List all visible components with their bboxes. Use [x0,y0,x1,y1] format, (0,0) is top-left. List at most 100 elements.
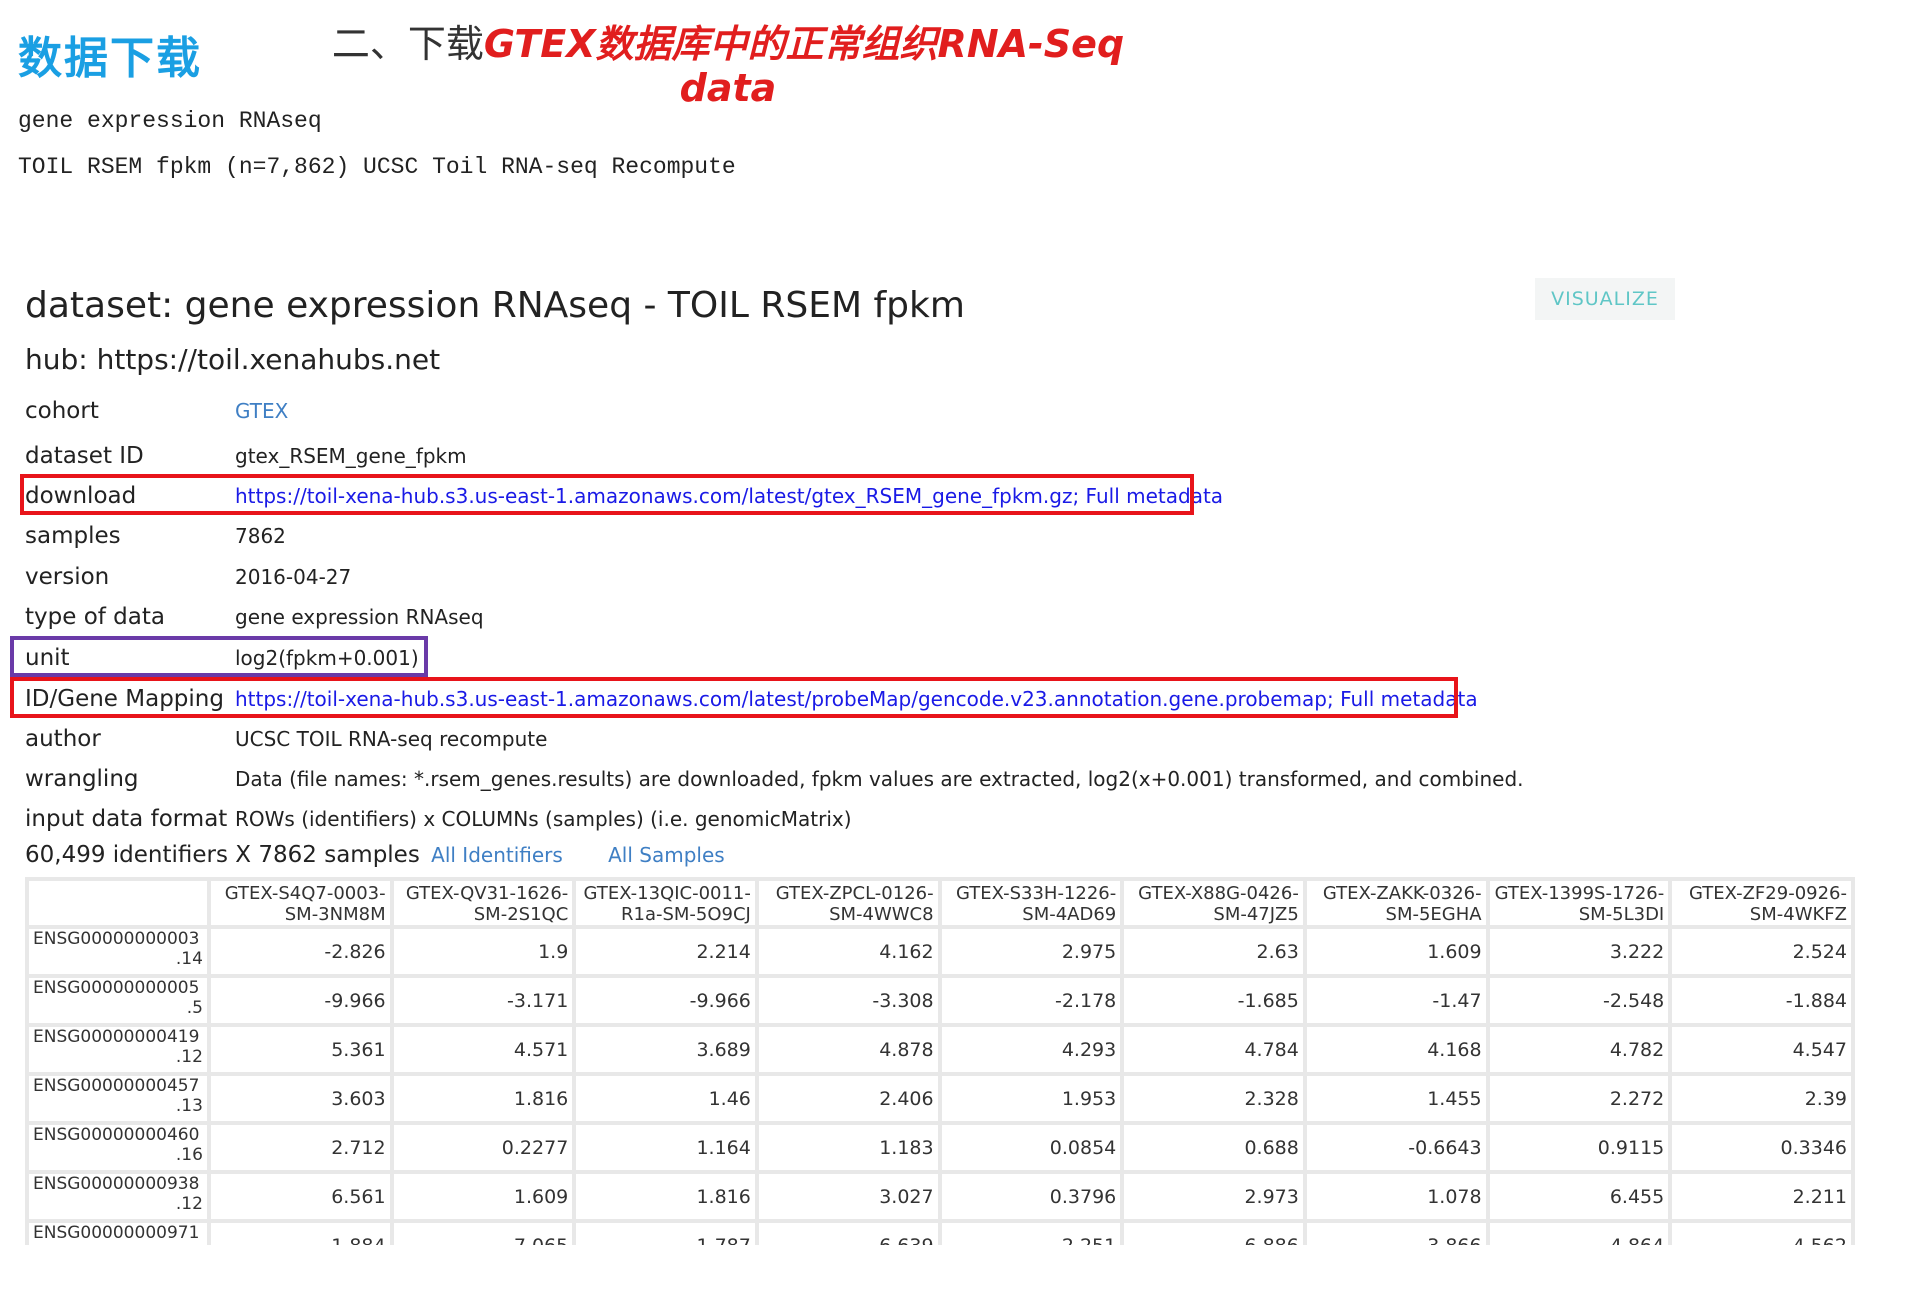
slide-heading: 二、下载GTEX数据库中的正常组织RNA-Seq data [318,22,1138,110]
meta-label: dataset ID [25,443,144,469]
row-identifier: ENSG00000000419.12 [29,1027,207,1072]
identifiers-summary: 60,499 identifiers X 7862 samples All Id… [25,842,725,868]
table-cell: 2.712 [210,1125,390,1170]
column-header: GTEX-ZAKK-0326- SM-5EGHA [1306,881,1486,925]
author-value: UCSC TOIL RNA-seq recompute [235,727,548,751]
cohort-link[interactable]: GTEX [235,399,288,423]
table-row: ENSG00000000938.12 6.561 1.609 1.816 3.027 0.… [29,1174,1851,1219]
table-cell: 1.609 [393,1174,573,1219]
table-row: ENSG00000000460.16 2.712 0.2277 1.164 1.183 0… [29,1125,1851,1170]
meta-row-cohort: cohort GTEX [25,392,288,430]
table-row: ENSG00000000457.13 3.603 1.816 1.46 2.406 1.9… [29,1076,1851,1121]
table-row: ENSG00000000003.14 -2.826 1.9 2.214 4.162 2.9… [29,929,1851,974]
table-cell: 4.864 [1489,1223,1669,1245]
table-cell: 1.078 [1306,1174,1486,1219]
table-cell: 1.164 [576,1125,755,1170]
table-cell: 3.027 [758,1174,938,1219]
heading-prefix: 二、下载 [331,22,484,66]
all-identifiers-link[interactable]: All Identifiers [431,843,563,867]
column-header: GTEX-S33H-1226- SM-4AD69 [941,881,1121,925]
table-cell: -1.884 [1672,978,1851,1023]
table-cell: 4.547 [1672,1027,1851,1072]
meta-label: version [25,564,110,590]
dataset-hub: hub: https://toil.xenahubs.net [25,343,441,376]
row-identifier: ENSG00000000938.12 [29,1174,207,1219]
row-identifier: ENSG00000000003.14 [29,929,207,974]
table-cell: -2.826 [210,929,390,974]
meta-row-version: version 2016-04-27 [25,558,351,596]
meta-label: input data format [25,806,228,832]
meta-label: type of data [25,604,165,630]
table-cell: -1.685 [1124,978,1303,1023]
table-cell: -9.966 [576,978,755,1023]
table-cell: 1.787 [576,1223,755,1245]
all-samples-link[interactable]: All Samples [608,843,725,867]
table-cell: 1.183 [758,1125,938,1170]
table-cell: 0.0854 [941,1125,1121,1170]
table-cell: 3.689 [576,1027,755,1072]
table-cell: 7.065 [393,1223,573,1245]
table-cell: 2.272 [1489,1076,1669,1121]
meta-label: wrangling [25,766,139,792]
table-cell: 4.168 [1306,1027,1486,1072]
format-value: ROWs (identifiers) x COLUMNs (samples) (… [235,807,852,831]
type-value: gene expression RNAseq [235,605,484,629]
caption-line-2: TOIL RSEM fpkm (n=7,862) UCSC Toil RNA-s… [18,154,736,180]
table-cell: 0.3796 [941,1174,1121,1219]
wrangling-value: Data (file names: *.rsem_genes.results) … [235,767,1524,791]
table-cell: -3.308 [758,978,938,1023]
table-row: ENSG00000000419.12 5.361 4.571 3.689 4.878 4.… [29,1027,1851,1072]
table-cell: 0.3346 [1672,1125,1851,1170]
table-cell: 6.455 [1489,1174,1669,1219]
table-corner-cell [29,881,207,925]
dataset-title: dataset: gene expression RNAseq - TOIL R… [25,285,965,326]
column-header: GTEX-QV31-1626- SM-2S1QC [393,881,573,925]
visualize-button[interactable]: VISUALIZE [1535,278,1675,320]
table-cell: 4.784 [1124,1027,1303,1072]
table-cell: 2.406 [758,1076,938,1121]
caption-line-1: gene expression RNAseq [18,108,322,134]
table-cell: -3.171 [393,978,573,1023]
download-highlight-box [20,474,1194,515]
table-cell: 1.46 [576,1076,755,1121]
table-cell: 1.455 [1306,1076,1486,1121]
column-header: GTEX-13QIC-0011- R1a-SM-5O9CJ [576,881,755,925]
table-cell: 1.816 [576,1174,755,1219]
table-cell: 6.639 [758,1223,938,1245]
column-header: GTEX-ZPCL-0126- SM-4WWC8 [758,881,938,925]
table-cell: 1.816 [393,1076,573,1121]
table-cell: -9.966 [210,978,390,1023]
row-identifier: ENSG00000000005.5 [29,978,207,1023]
table-cell: 3.222 [1489,929,1669,974]
table-cell: -1.47 [1306,978,1486,1023]
table-cell: 0.9115 [1489,1125,1669,1170]
meta-row-author: author UCSC TOIL RNA-seq recompute [25,720,547,758]
table-cell: 2.251 [941,1223,1121,1245]
heading-highlight: GTEX数据库中的正常组织RNA-Seq [483,22,1125,66]
meta-row-type: type of data gene expression RNAseq [25,598,484,636]
table-cell: 4.878 [758,1027,938,1072]
samples-value: 7862 [235,524,286,548]
column-header: GTEX-ZF29-0926- SM-4WKFZ [1672,881,1851,925]
table-cell: 0.2277 [393,1125,573,1170]
table-cell: -2.178 [941,978,1121,1023]
table-cell: 0.688 [1124,1125,1303,1170]
meta-label: samples [25,523,121,549]
unit-highlight-box [10,636,428,677]
column-header: GTEX-X88G-0426- SM-47JZ5 [1124,881,1303,925]
table-cell: 1.953 [941,1076,1121,1121]
table-cell: -0.6643 [1306,1125,1486,1170]
table-cell: 3.866 [1306,1223,1486,1245]
table-cell: 2.214 [576,929,755,974]
data-table-container[interactable]: GTEX-S4Q7-0003- SM-3NM8M GTEX-QV31-1626- S… [25,877,1855,1245]
table-row: ENSG000000009711.8847.0651.7876.6392.251… [29,1223,1851,1245]
table-header-row: GTEX-S4Q7-0003- SM-3NM8M GTEX-QV31-1626- S… [29,881,1851,925]
table-cell: 2.973 [1124,1174,1303,1219]
table-cell: 4.571 [393,1027,573,1072]
table-cell: 4.782 [1489,1027,1669,1072]
meta-row-dataset-id: dataset ID gtex_RSEM_gene_fpkm [25,437,467,475]
table-cell: 1.609 [1306,929,1486,974]
row-identifier: ENSG00000000971 [29,1223,207,1245]
table-cell: 2.524 [1672,929,1851,974]
meta-row-format: input data format ROWs (identifiers) x C… [25,800,852,838]
